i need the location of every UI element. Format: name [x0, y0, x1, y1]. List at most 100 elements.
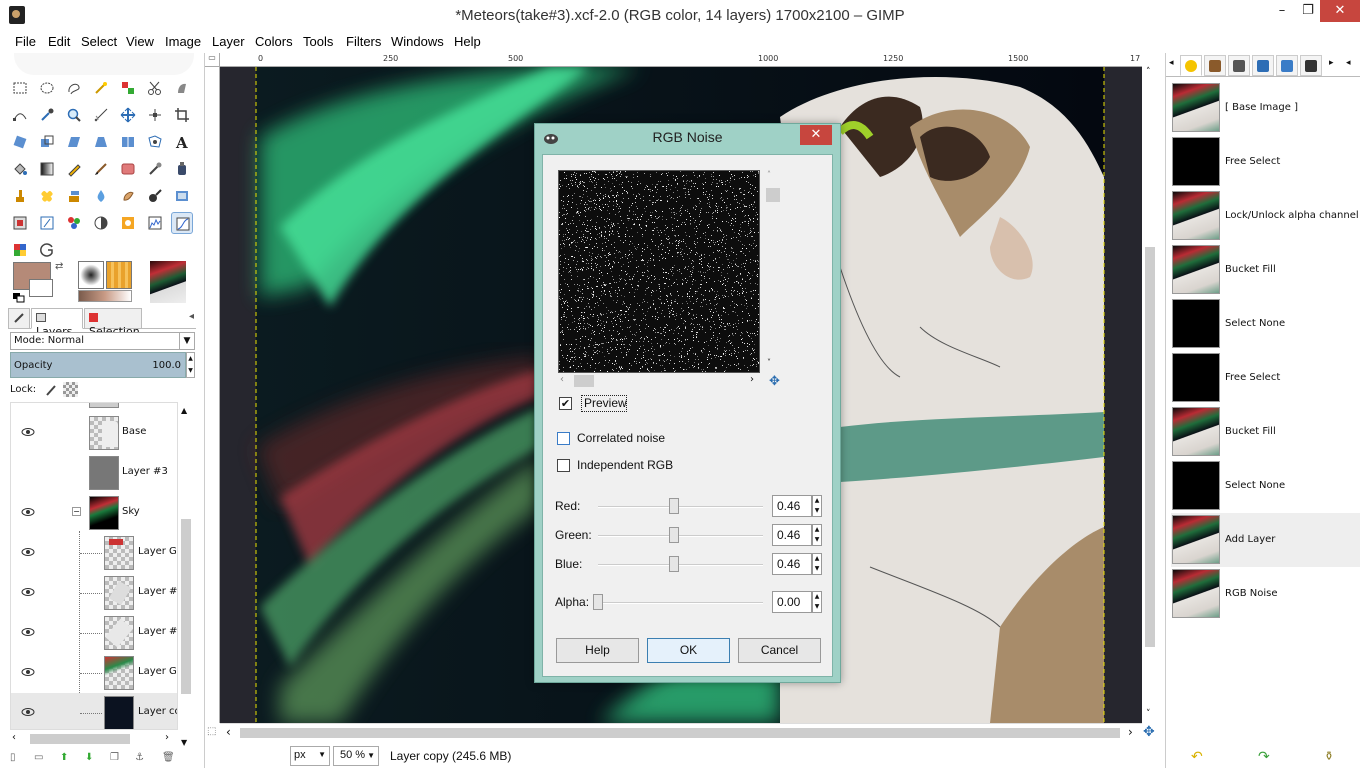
tab-images[interactable]: [1300, 55, 1322, 76]
history-item[interactable]: Bucket Fill: [1171, 405, 1360, 459]
scrollbar-thumb[interactable]: [1145, 247, 1155, 647]
zoom-select[interactable]: 50 % ▼: [333, 746, 379, 766]
history-item[interactable]: [ Base Image ]: [1171, 81, 1360, 135]
dock-menu-icon[interactable]: ◂: [1346, 58, 1351, 68]
measure-tool-icon[interactable]: [90, 104, 112, 126]
active-image-thumbnail[interactable]: [150, 261, 186, 303]
align-tool-icon[interactable]: [144, 104, 166, 126]
close-button[interactable]: ✕: [1320, 0, 1360, 22]
layer-row[interactable]: Layer #3: [11, 453, 177, 493]
red-slider-handle[interactable]: [668, 498, 679, 514]
history-item[interactable]: Bucket Fill: [1171, 243, 1360, 297]
airbrush-tool-icon[interactable]: [144, 158, 166, 180]
scrollbar-thumb[interactable]: [574, 375, 594, 387]
red-slider[interactable]: [598, 506, 763, 508]
layer-row[interactable]: Base: [11, 413, 177, 453]
menu-colors[interactable]: Colors: [255, 34, 293, 49]
rotate-tool-icon[interactable]: [9, 131, 31, 153]
perspective-tool-icon[interactable]: [90, 131, 112, 153]
tab-layers[interactable]: Layers: [31, 308, 83, 338]
scroll-up-icon[interactable]: ˄: [1146, 67, 1151, 77]
alpha-slider-handle[interactable]: [593, 594, 603, 610]
curves-tool-icon[interactable]: [171, 212, 193, 234]
color-picker-tool-icon[interactable]: [36, 104, 58, 126]
paths-tool-icon[interactable]: [9, 104, 31, 126]
maximize-button[interactable]: ❐: [1295, 0, 1321, 22]
eye-icon[interactable]: [21, 547, 35, 557]
blue-value-input[interactable]: 0.46: [772, 553, 812, 575]
history-item[interactable]: Free Select: [1171, 135, 1360, 189]
duplicate-layer-icon[interactable]: ❐: [110, 752, 119, 763]
heal-tool-icon[interactable]: [36, 185, 58, 207]
preview-navigate-icon[interactable]: ✥: [769, 374, 780, 389]
menu-image[interactable]: Image: [165, 34, 201, 49]
scissors-tool-icon[interactable]: [144, 77, 166, 99]
navigate-icon[interactable]: ✥: [1143, 724, 1155, 740]
smudge-tool-icon[interactable]: [117, 185, 139, 207]
posterize-tool-icon[interactable]: [9, 239, 31, 261]
cage-transform-tool-icon[interactable]: [144, 131, 166, 153]
help-button[interactable]: Help: [556, 638, 639, 663]
tab-paint-dynamics[interactable]: [1204, 55, 1226, 76]
green-slider[interactable]: [598, 535, 763, 537]
pattern-preview[interactable]: [106, 261, 132, 289]
menu-select[interactable]: Select: [81, 34, 117, 49]
dock-menu-icon[interactable]: ◂: [189, 311, 194, 322]
opacity-spinner[interactable]: ▲ ▼: [186, 352, 195, 378]
opacity-slider[interactable]: Opacity 100.0: [10, 352, 186, 378]
new-layer-icon[interactable]: ▯: [10, 752, 16, 763]
layer-row[interactable]: Layer Gro: [11, 653, 177, 693]
noise-preview[interactable]: [558, 170, 760, 373]
layer-row-selected[interactable]: Layer cop: [11, 693, 177, 729]
eye-icon[interactable]: [21, 507, 35, 517]
history-item[interactable]: Select None: [1171, 297, 1360, 351]
anchor-layer-icon[interactable]: ⚓: [135, 752, 144, 763]
eye-icon[interactable]: [21, 627, 35, 637]
scrollbar-thumb[interactable]: [766, 188, 780, 202]
cancel-button[interactable]: Cancel: [738, 638, 821, 663]
color-balance-tool-icon[interactable]: [117, 212, 139, 234]
tabs-right-arrow-icon[interactable]: ▸: [1329, 58, 1334, 68]
paintbrush-tool-icon[interactable]: [90, 158, 112, 180]
tab-selection[interactable]: Selection: [84, 308, 142, 338]
layers-vertical-scrollbar[interactable]: ▲ ▼: [178, 402, 194, 747]
levels-tool-icon[interactable]: [144, 212, 166, 234]
clone-tool-icon[interactable]: [9, 185, 31, 207]
eye-icon[interactable]: [21, 587, 35, 597]
menu-view[interactable]: View: [126, 34, 154, 49]
menu-help[interactable]: Help: [454, 34, 481, 49]
scroll-up-icon[interactable]: ˄: [767, 170, 771, 179]
tab-paint-tools[interactable]: [1252, 55, 1274, 76]
blend-tool-icon[interactable]: [36, 158, 58, 180]
threshold-tool-icon[interactable]: [90, 212, 112, 234]
red-value-input[interactable]: 0.46: [772, 495, 812, 517]
delete-layer-icon[interactable]: 🗑: [162, 752, 175, 763]
alpha-spinner[interactable]: ▲ ▼: [812, 591, 822, 613]
scroll-up-icon[interactable]: ▲: [181, 406, 187, 415]
default-colors-icon[interactable]: [13, 293, 25, 303]
menu-filters[interactable]: Filters: [346, 34, 381, 49]
clear-history-icon[interactable]: ⚱: [1324, 749, 1334, 763]
quick-mask-icon[interactable]: ⬚: [207, 726, 216, 737]
ellipse-select-tool-icon[interactable]: [36, 77, 58, 99]
correlated-noise-label[interactable]: Correlated noise: [577, 431, 665, 445]
layer-row[interactable]: Layer #2: [11, 573, 177, 613]
scale-tool-icon[interactable]: [36, 131, 58, 153]
blur-tool-icon[interactable]: [90, 185, 112, 207]
tab-device-status[interactable]: [1276, 55, 1298, 76]
rect-select-tool-icon[interactable]: [9, 77, 31, 99]
gradient-preview[interactable]: [78, 290, 132, 302]
preview-checkbox[interactable]: ✔: [559, 397, 572, 410]
canvas-horizontal-scrollbar[interactable]: ‹ ›: [220, 723, 1142, 741]
green-slider-handle[interactable]: [668, 527, 679, 543]
ruler-corner[interactable]: ▭: [205, 53, 220, 67]
correlated-noise-checkbox[interactable]: [557, 432, 570, 445]
free-select-tool-icon[interactable]: [63, 77, 85, 99]
layer-row[interactable]: Layer Gro: [11, 533, 177, 573]
green-spinner[interactable]: ▲ ▼: [812, 524, 822, 546]
history-item[interactable]: Select None: [1171, 459, 1360, 513]
scroll-down-icon[interactable]: ˅: [1146, 709, 1151, 719]
gegl-operation-tool-icon[interactable]: [63, 212, 85, 234]
scroll-left-icon[interactable]: ‹: [560, 374, 564, 385]
eye-icon[interactable]: [21, 427, 35, 437]
